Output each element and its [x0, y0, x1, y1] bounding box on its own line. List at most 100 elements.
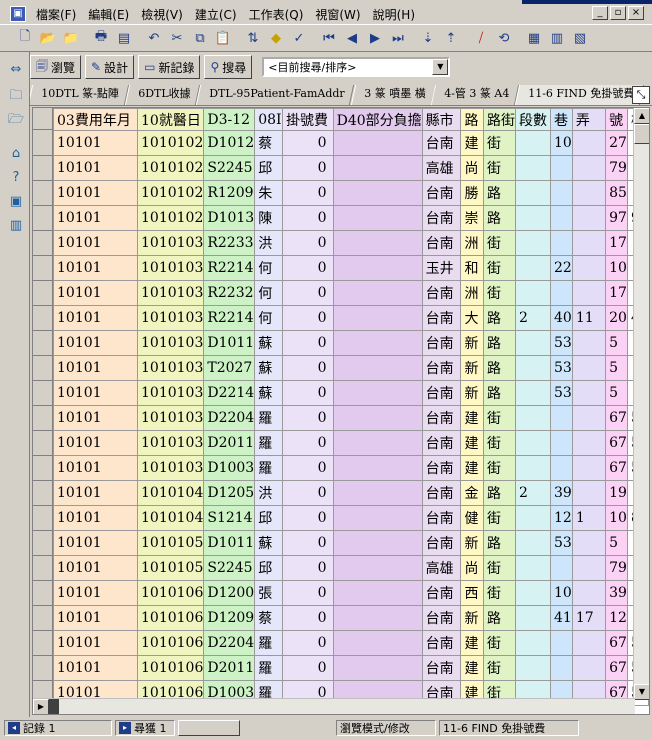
cell-registration-fee[interactable]: 0: [282, 630, 334, 656]
open-folder-icon[interactable]: 📂: [37, 27, 59, 49]
cell-d3-12[interactable]: T2027: [203, 355, 256, 381]
cell-section[interactable]: [514, 130, 551, 156]
cell-road-street[interactable]: 街: [482, 455, 516, 481]
cell-lane[interactable]: 53: [549, 530, 573, 556]
cell-lane[interactable]: 40: [549, 305, 573, 331]
cell-number[interactable]: 39: [605, 580, 628, 606]
cell-visit-date[interactable]: 1010106: [136, 605, 205, 631]
cell-county[interactable]: 台南: [421, 530, 462, 556]
cell-alley[interactable]: [571, 430, 607, 456]
cell-d40-copay[interactable]: [332, 405, 423, 431]
cell-visit-date[interactable]: 1010104: [136, 505, 205, 531]
table-row[interactable]: 10101 1010103 D2214 蘇 0 台南新路 53 5: [53, 380, 649, 406]
cell-registration-fee[interactable]: 0: [282, 655, 334, 681]
cell-d40-copay[interactable]: [332, 530, 423, 556]
scroll-down-icon[interactable]: ▼: [634, 684, 649, 700]
table-row[interactable]: 10101 1010102 D1012 蔡 0 台南建街 10 27: [53, 130, 649, 156]
row-selector[interactable]: [33, 656, 53, 681]
cell-section[interactable]: [514, 630, 551, 656]
cell-county[interactable]: 台南: [421, 180, 462, 206]
column-header-lane[interactable]: 巷: [549, 108, 573, 131]
cell-fee-month[interactable]: 10101: [53, 430, 138, 456]
cell-county[interactable]: 玉井: [421, 255, 462, 281]
cell-d3-12[interactable]: D1011: [203, 530, 256, 556]
cell-road[interactable]: 和: [460, 255, 484, 281]
folder-icon[interactable]: 🗀: [5, 86, 27, 106]
table-row[interactable]: 10101 1010103 T2027 蘇 0 台南新路 53 5: [53, 355, 649, 381]
cell-alley[interactable]: 17: [571, 605, 607, 631]
next-record-icon[interactable]: ▶: [364, 27, 386, 49]
cell-d40-copay[interactable]: [332, 630, 423, 656]
column-header-d40-copay[interactable]: D40部分負擔: [332, 108, 423, 131]
cell-visit-date[interactable]: 1010103: [136, 330, 205, 356]
cell-road-street[interactable]: 街: [482, 655, 516, 681]
cell-d3-12[interactable]: D2204: [203, 405, 256, 431]
cell-section[interactable]: [514, 405, 551, 431]
cut-icon[interactable]: ✂: [166, 27, 188, 49]
menu-view[interactable]: 檢視(V): [135, 6, 189, 23]
cell-visit-date[interactable]: 1010102: [136, 155, 205, 181]
help-icon[interactable]: ?: [5, 168, 27, 188]
minimize-button[interactable]: _: [592, 6, 608, 20]
cell-d3-12[interactable]: D2011: [203, 430, 256, 456]
cell-fee-month[interactable]: 10101: [53, 555, 138, 581]
cell-fee-month[interactable]: 10101: [53, 230, 138, 256]
form-view-icon[interactable]: ▧: [569, 27, 591, 49]
cell-county[interactable]: 高雄: [421, 155, 462, 181]
print-preview-icon[interactable]: ▤: [113, 27, 135, 49]
cell-alley[interactable]: [571, 380, 607, 406]
sort-icon[interactable]: ⇅: [242, 27, 264, 49]
cell-alley[interactable]: [571, 355, 607, 381]
cell-fee-month[interactable]: 10101: [53, 355, 138, 381]
cell-d3-12[interactable]: D1011: [203, 330, 256, 356]
cell-registration-fee[interactable]: 0: [282, 255, 334, 281]
menu-file[interactable]: 檔案(F): [30, 6, 82, 23]
cell-visit-date[interactable]: 1010105: [136, 555, 205, 581]
cell-lane[interactable]: 53: [549, 330, 573, 356]
cell-d40-copay[interactable]: [332, 130, 423, 156]
cell-number[interactable]: 67: [605, 655, 628, 681]
cell-section[interactable]: [514, 180, 551, 206]
cell-section[interactable]: [514, 455, 551, 481]
table-view-icon[interactable]: ▦: [523, 27, 545, 49]
row-selector[interactable]: [33, 306, 53, 331]
cell-visit-date[interactable]: 1010106: [136, 655, 205, 681]
close-button[interactable]: ×: [628, 6, 644, 20]
cell-alley[interactable]: [571, 480, 607, 506]
cell-number[interactable]: 19: [605, 480, 628, 506]
row-selector[interactable]: [33, 406, 53, 431]
previous-record-icon[interactable]: ◀: [341, 27, 363, 49]
cell-alley[interactable]: [571, 655, 607, 681]
cell-number[interactable]: 5: [605, 380, 628, 406]
cell-county[interactable]: 台南: [421, 630, 462, 656]
cell-visit-date[interactable]: 1010103: [136, 230, 205, 256]
cell-road-street[interactable]: 街: [482, 630, 516, 656]
cell-d3-12[interactable]: R2214: [203, 305, 256, 331]
cell-road[interactable]: 金: [460, 480, 484, 506]
cell-road-street[interactable]: 路: [482, 530, 516, 556]
cell-number[interactable]: 5: [605, 530, 628, 556]
cell-lane[interactable]: [549, 405, 573, 431]
cell-d40-copay[interactable]: [332, 605, 423, 631]
cell-d40-copay[interactable]: [332, 155, 423, 181]
cell-registration-fee[interactable]: 0: [282, 505, 334, 531]
cell-road-street[interactable]: 路: [482, 205, 516, 231]
cell-alley[interactable]: [571, 180, 607, 206]
cell-road[interactable]: 建: [460, 455, 484, 481]
cell-road[interactable]: 健: [460, 505, 484, 531]
table-row[interactable]: 10101 1010102 S2245 邱 0 高雄尚街 79: [53, 155, 649, 181]
row-selector[interactable]: [33, 431, 53, 456]
column-header-road-street[interactable]: 路街: [482, 108, 516, 131]
cell-d40-copay[interactable]: [332, 505, 423, 531]
cell-road[interactable]: 尚: [460, 155, 484, 181]
cell-number[interactable]: 20: [605, 305, 628, 331]
table-row[interactable]: 101011010106D2011羅0台南建街675: [53, 655, 649, 681]
new-file-icon[interactable]: 🗋: [14, 27, 36, 49]
cell-id08[interactable]: 張: [254, 580, 284, 606]
statistics-icon[interactable]: ▥: [5, 216, 27, 236]
cell-section[interactable]: [514, 655, 551, 681]
column-header-id08[interactable]: 08I: [254, 108, 284, 131]
scroll-right-icon[interactable]: ▶: [33, 699, 49, 714]
cell-section[interactable]: [514, 355, 551, 381]
cell-visit-date[interactable]: 1010103: [136, 255, 205, 281]
